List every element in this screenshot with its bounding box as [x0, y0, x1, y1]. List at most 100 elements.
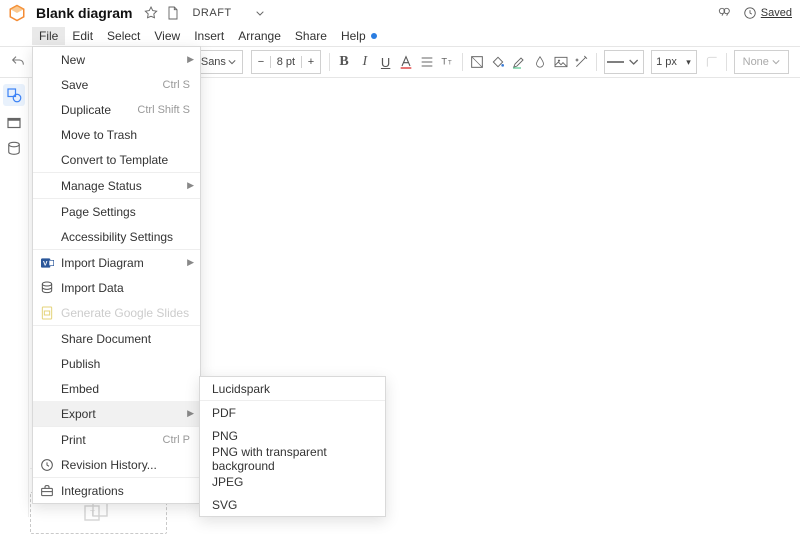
line-weight-value[interactable]: 1 px — [652, 56, 681, 68]
menu-file[interactable]: File — [32, 27, 65, 45]
undo-icon[interactable] — [8, 50, 29, 74]
file-menu-manage-status[interactable]: Manage Status▶ — [33, 172, 200, 198]
divider — [329, 53, 330, 71]
corner-icon[interactable] — [701, 50, 722, 74]
menu-item-label: Share Document — [61, 332, 190, 346]
file-menu-move-to-trash[interactable]: Move to Trash — [33, 122, 200, 147]
file-menu-integrations[interactable]: Integrations — [33, 477, 200, 503]
file-menu-page-settings[interactable]: Page Settings — [33, 198, 200, 224]
file-menu-print[interactable]: PrintCtrl P — [33, 426, 200, 452]
drop-icon[interactable] — [529, 50, 550, 74]
file-menu-save[interactable]: SaveCtrl S — [33, 72, 200, 97]
decrease-size-button[interactable]: − — [252, 56, 270, 68]
menu-select[interactable]: Select — [100, 27, 147, 45]
file-menu-share-document[interactable]: Share Document — [33, 325, 200, 351]
bucket-icon[interactable] — [488, 50, 509, 74]
find-icon[interactable] — [716, 5, 732, 21]
container-icon[interactable] — [5, 114, 23, 132]
chevron-down-icon — [228, 58, 236, 66]
document-icon[interactable] — [165, 5, 181, 21]
shortcut-label: Ctrl P — [163, 434, 191, 446]
submenu-arrow-icon: ▶ — [187, 54, 194, 65]
export-svg[interactable]: SVG — [200, 493, 385, 516]
divider — [726, 53, 727, 71]
submenu-arrow-icon: ▶ — [187, 408, 194, 419]
chevron-down-icon[interactable] — [252, 5, 268, 21]
font-size-value[interactable]: 8 pt — [270, 56, 302, 68]
bold-icon[interactable]: B — [334, 50, 355, 74]
svg-text:T: T — [90, 509, 95, 518]
file-menu-import-diagram[interactable]: V Import Diagram▶ — [33, 249, 200, 275]
arrow-style-label: None — [743, 56, 769, 68]
svg-text:V: V — [43, 260, 48, 267]
export-jpeg[interactable]: JPEG — [200, 470, 385, 493]
italic-icon[interactable]: I — [354, 50, 375, 74]
menubar: File Edit Select View Insert Arrange Sha… — [0, 26, 800, 46]
menu-arrange[interactable]: Arrange — [231, 27, 288, 45]
slides-icon — [39, 305, 55, 321]
menu-item-label: Publish — [61, 357, 190, 371]
clock-icon — [39, 457, 55, 473]
menu-share[interactable]: Share — [288, 27, 334, 45]
divider — [596, 53, 597, 71]
menu-view[interactable]: View — [147, 27, 187, 45]
text-size-icon[interactable]: TT — [438, 50, 459, 74]
file-menu-embed[interactable]: Embed — [33, 376, 200, 401]
app-logo-icon — [8, 4, 26, 22]
menu-item-label: Manage Status — [61, 179, 190, 193]
menu-item-label: Revision History... — [61, 458, 190, 472]
arrow-style-select[interactable]: None — [734, 50, 789, 74]
menu-item-label: Duplicate — [61, 103, 137, 117]
export-lucidspark[interactable]: Lucidspark — [200, 377, 385, 401]
file-menu-accessibility-settings[interactable]: Accessibility Settings — [33, 224, 200, 249]
menu-item-label: Import Data — [61, 281, 190, 295]
text-color-icon[interactable] — [396, 50, 417, 74]
left-rail — [0, 78, 29, 517]
menu-item-label: Move to Trash — [61, 128, 190, 142]
file-menu-convert-to-template[interactable]: Convert to Template — [33, 147, 200, 172]
align-icon[interactable] — [417, 50, 438, 74]
file-menu-new[interactable]: New▶ — [33, 47, 200, 72]
line-weight-stepper[interactable]: 1 px▾ — [651, 50, 697, 74]
file-menu-publish[interactable]: Publish — [33, 351, 200, 376]
increase-size-button[interactable]: + — [302, 56, 320, 68]
menu-item-label: New — [61, 53, 190, 67]
line-style-select[interactable] — [604, 50, 645, 74]
notification-dot-icon — [371, 33, 377, 39]
magic-icon[interactable] — [571, 50, 592, 74]
submenu-arrow-icon: ▶ — [187, 257, 194, 268]
document-title[interactable]: Blank diagram — [36, 5, 132, 21]
clock-icon — [743, 6, 757, 20]
export-pdf[interactable]: PDF — [200, 401, 385, 424]
file-menu-export[interactable]: Export▶ — [33, 401, 200, 426]
export-png-with-transparent-background[interactable]: PNG with transparent background — [200, 447, 385, 470]
menu-edit[interactable]: Edit — [65, 27, 100, 45]
export-submenu: LucidsparkPDFPNGPNG with transparent bac… — [199, 376, 386, 517]
briefcase-icon — [39, 483, 55, 499]
draft-badge[interactable]: DRAFT — [192, 7, 231, 19]
shortcut-label: Ctrl Shift S — [137, 104, 190, 116]
font-size-stepper[interactable]: − 8 pt + — [251, 50, 321, 74]
menu-insert[interactable]: Insert — [187, 27, 231, 45]
saved-label: Saved — [761, 7, 792, 19]
chevron-down-icon — [624, 57, 643, 67]
file-menu-duplicate[interactable]: DuplicateCtrl Shift S — [33, 97, 200, 122]
menu-help[interactable]: Help — [334, 27, 373, 45]
saved-status[interactable]: Saved — [743, 6, 792, 20]
shapes-panel-icon[interactable] — [3, 84, 25, 106]
file-menu-import-data[interactable]: Import Data — [33, 275, 200, 300]
underline-icon[interactable]: U — [375, 50, 396, 74]
star-icon[interactable] — [143, 5, 159, 21]
menu-item-label: Import Diagram — [61, 256, 190, 270]
highlight-icon[interactable] — [509, 50, 530, 74]
shortcut-label: Ctrl S — [163, 79, 191, 91]
data-icon[interactable] — [5, 140, 23, 158]
menu-item-label: Save — [61, 78, 163, 92]
file-menu-dropdown: New▶SaveCtrl SDuplicateCtrl Shift SMove … — [32, 46, 201, 504]
file-menu-revision-history-[interactable]: Revision History... — [33, 452, 200, 477]
svg-text:T: T — [441, 57, 447, 67]
image-icon[interactable] — [550, 50, 571, 74]
fill-icon[interactable] — [467, 50, 488, 74]
divider — [462, 53, 463, 71]
db-icon — [39, 280, 55, 296]
